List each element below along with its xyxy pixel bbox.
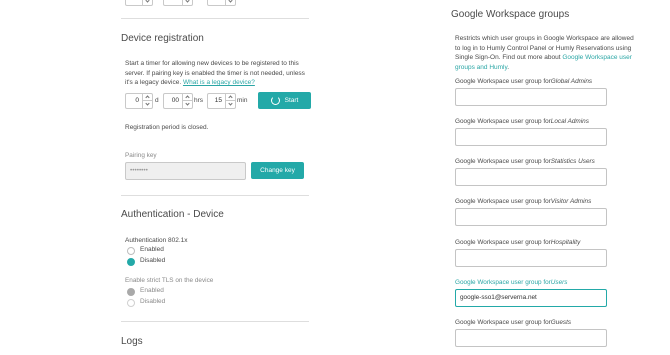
strict-tls-label: Enable strict TLS on the device	[125, 277, 214, 284]
strict-tls-enabled-radio[interactable]	[127, 288, 135, 296]
top-spinner-1[interactable]	[125, 0, 153, 6]
group-label-guests: Google Workspace user group forGuests	[455, 319, 572, 326]
group-input-guests[interactable]	[455, 329, 607, 347]
chevron-down-icon[interactable]	[143, 101, 152, 108]
group-input-global-admins[interactable]	[455, 88, 607, 106]
google-workspace-description: Restricts which user groups in Google Wo…	[455, 35, 634, 71]
auth-8021x-enabled-label[interactable]: Enabled	[140, 246, 164, 253]
chevron-up-icon[interactable]	[143, 94, 152, 101]
pairing-key-field: ••••••••	[125, 162, 246, 180]
chevron-up-icon[interactable]	[226, 94, 235, 101]
hours-unit: hrs	[194, 97, 204, 104]
device-registration-title: Device registration	[121, 33, 204, 44]
days-unit: d	[155, 97, 159, 104]
chevron-up-icon[interactable]	[183, 94, 192, 101]
group-input-local-admins[interactable]	[455, 128, 607, 146]
group-input-statistics-users[interactable]	[455, 168, 607, 186]
top-spinner-2[interactable]	[163, 0, 193, 6]
auth-8021x-disabled-radio[interactable]	[127, 258, 135, 266]
auth-8021x-disabled-label[interactable]: Disabled	[140, 257, 165, 264]
google-workspace-title: Google Workspace groups	[451, 9, 570, 20]
minutes-value[interactable]: 15	[208, 94, 225, 108]
hours-stepper[interactable]: 00	[163, 93, 193, 109]
days-value[interactable]: 0	[126, 94, 142, 108]
minutes-stepper[interactable]: 15	[207, 93, 236, 109]
strict-tls-disabled-radio[interactable]	[127, 299, 135, 307]
group-label-hospitality: Google Workspace user group forHospitali…	[455, 239, 581, 246]
timer-icon	[270, 96, 280, 105]
hours-value[interactable]: 00	[164, 94, 182, 108]
logs-title: Logs	[121, 336, 143, 347]
auth-8021x-label: Authentication 802.1x	[125, 237, 188, 244]
section-divider	[121, 18, 309, 19]
section-divider	[121, 195, 309, 196]
chevron-down-icon[interactable]	[183, 101, 192, 108]
auth-8021x-enabled-radio[interactable]	[127, 247, 135, 255]
pairing-key-label: Pairing key	[125, 152, 157, 159]
chevron-down-icon[interactable]	[143, 0, 152, 5]
strict-tls-enabled-label[interactable]: Enabled	[140, 287, 164, 294]
group-label-local-admins: Google Workspace user group forLocal Adm…	[455, 118, 589, 125]
section-divider	[121, 321, 309, 322]
group-label-users: Google Workspace user group forUsers	[455, 279, 568, 286]
group-input-visitor-admins[interactable]	[455, 208, 607, 226]
group-input-hospitality[interactable]	[455, 249, 607, 267]
device-registration-description: Start a timer for allowing new devices t…	[125, 60, 305, 86]
authentication-device-title: Authentication - Device	[121, 209, 224, 220]
strict-tls-disabled-label[interactable]: Disabled	[140, 298, 165, 305]
group-label-visitor-admins: Google Workspace user group forVisitor A…	[455, 198, 592, 205]
start-timer-button[interactable]: Start	[258, 92, 311, 109]
chevron-down-icon[interactable]	[226, 101, 235, 108]
minutes-unit: min	[237, 97, 248, 104]
top-spinner-3[interactable]	[207, 0, 236, 6]
group-input-users[interactable]: google-sso1@serverna.net	[455, 289, 607, 307]
chevron-down-icon[interactable]	[183, 0, 192, 5]
registration-status: Registration period is closed.	[125, 124, 209, 131]
days-stepper[interactable]: 0	[125, 93, 153, 109]
chevron-down-icon[interactable]	[226, 0, 235, 5]
group-label-global-admins: Google Workspace user group forGlobal Ad…	[455, 78, 593, 85]
group-label-statistics-users: Google Workspace user group forStatistic…	[455, 158, 595, 165]
change-key-button[interactable]: Change key	[251, 162, 304, 179]
legacy-device-link[interactable]: What is a legacy device?	[183, 79, 255, 86]
